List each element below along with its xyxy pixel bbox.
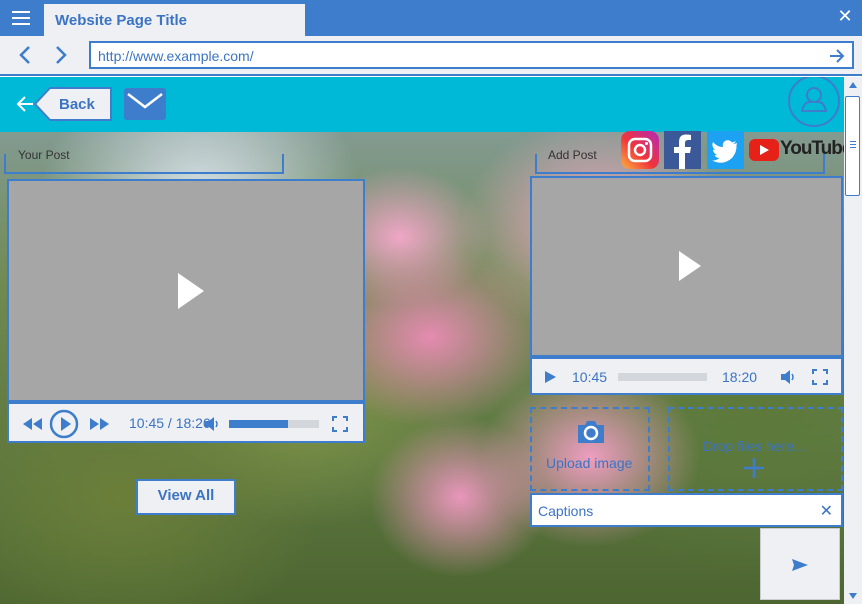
url-input[interactable]: http://www.example.com/ [89, 41, 854, 69]
add-post-fullscreen-icon[interactable] [812, 369, 828, 385]
rewind-icon[interactable] [22, 417, 44, 431]
add-post-video-controls: 10:45 18:20 [530, 357, 843, 395]
envelope-icon [127, 93, 163, 109]
view-all-button[interactable]: View All [136, 479, 236, 515]
volume-icon[interactable] [204, 416, 220, 432]
your-post-video-controls: 10:45 / 18:20 [7, 402, 365, 443]
captions-input[interactable]: Captions ✕ [530, 493, 843, 527]
add-post-volume-icon[interactable] [780, 369, 796, 385]
address-bar: http://www.example.com/ [0, 36, 862, 76]
drop-files-label: Drop files here... [703, 438, 806, 454]
user-icon [800, 87, 828, 112]
youtube-wordmark: YouTube [780, 138, 844, 159]
add-post-video[interactable] [530, 176, 843, 357]
view-all-label: View All [157, 487, 215, 504]
add-post-play-icon[interactable] [679, 251, 701, 281]
instagram-glyph [627, 137, 653, 163]
your-post-time-display: 10:45 / 18:20 [129, 415, 211, 431]
play-video-icon[interactable] [178, 273, 204, 309]
scroll-down-icon[interactable] [848, 592, 858, 600]
add-post-play-small-icon[interactable] [543, 370, 557, 384]
facebook-glyph [674, 134, 691, 169]
twitter-glyph [712, 140, 737, 163]
add-post-duration: 18:20 [722, 369, 758, 385]
play-pause-icon[interactable] [49, 409, 79, 439]
mail-icon[interactable] [124, 88, 166, 120]
file-dropzone[interactable]: Drop files here... [668, 407, 843, 491]
captions-placeholder: Captions [538, 503, 594, 519]
youtube-icon[interactable]: YouTube [749, 137, 844, 165]
volume-slider-fill [229, 420, 288, 428]
browser-tab[interactable]: Website Page Title [44, 4, 305, 36]
go-arrow-icon[interactable] [828, 47, 846, 65]
add-post-current-time: 10:45 [572, 369, 608, 385]
scrollbar-grip [850, 141, 856, 150]
scrollbar-thumb[interactable] [845, 96, 860, 196]
scroll-up-icon[interactable] [848, 81, 858, 89]
close-window-icon[interactable]: ✕ [836, 7, 854, 25]
forward-nav-icon[interactable] [51, 44, 71, 66]
app-header: Back [0, 77, 844, 132]
back-button[interactable]: Back [34, 87, 112, 121]
your-post-label-box [4, 154, 284, 174]
youtube-play-badge [749, 139, 779, 161]
your-post-video[interactable] [7, 179, 365, 402]
volume-slider[interactable] [229, 420, 319, 428]
clear-captions-icon[interactable]: ✕ [820, 501, 833, 521]
facebook-icon[interactable] [664, 131, 701, 169]
user-avatar[interactable] [788, 77, 840, 127]
upload-image-dropzone[interactable]: Upload image [530, 407, 650, 491]
back-arrow-icon[interactable] [15, 94, 35, 114]
twitter-icon[interactable] [707, 131, 744, 169]
add-post-seek-bar[interactable] [618, 373, 707, 381]
camera-icon [578, 421, 604, 443]
hamburger-menu-icon[interactable] [12, 11, 30, 25]
page-content: Back Your Post 10:45 / 18:20 View All Ad… [0, 77, 844, 604]
window-titlebar: Website Page Title ✕ [0, 0, 862, 36]
back-nav-icon[interactable] [15, 44, 35, 66]
url-text: http://www.example.com/ [98, 48, 254, 64]
tab-title: Website Page Title [55, 12, 187, 29]
instagram-icon[interactable] [621, 131, 659, 169]
fast-forward-icon[interactable] [89, 417, 111, 431]
add-file-plus-icon [744, 458, 764, 478]
fullscreen-icon[interactable] [332, 416, 348, 432]
vertical-scrollbar[interactable] [844, 77, 862, 604]
upload-image-label: Upload image [546, 455, 633, 471]
back-button-label: Back [59, 96, 95, 113]
send-button[interactable] [760, 528, 840, 600]
send-icon [792, 559, 808, 571]
